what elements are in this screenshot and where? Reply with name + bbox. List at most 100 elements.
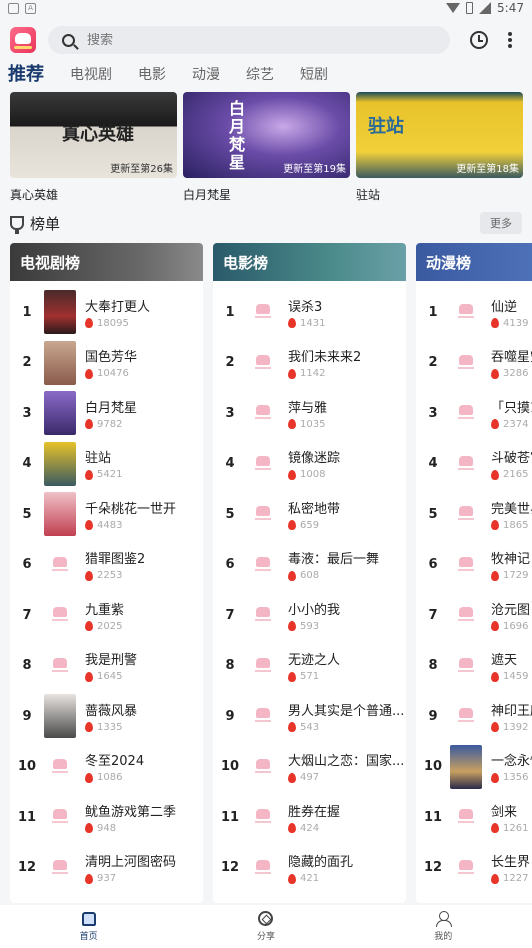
fire-icon bbox=[288, 671, 296, 682]
rank-row[interactable]: 2 国色芳华 10476 bbox=[10, 338, 203, 389]
rank-title: 沧元图 bbox=[491, 602, 531, 618]
search-bar[interactable] bbox=[48, 26, 450, 54]
nav-label: 首页 bbox=[79, 931, 98, 942]
rank-row[interactable]: 11 鱿鱼游戏第二季 948 bbox=[10, 792, 203, 843]
nav-profile[interactable]: 我的 bbox=[403, 911, 483, 942]
history-icon[interactable] bbox=[470, 31, 488, 49]
rank-thumbnail bbox=[44, 845, 76, 890]
update-badge: 更新至第19集 bbox=[283, 164, 346, 175]
rank-row[interactable]: 12 隐藏的面孔 421 bbox=[213, 843, 406, 894]
rank-row[interactable]: 10 大烟山之恋：国家... 497 bbox=[213, 742, 406, 793]
featured-card[interactable]: 驻站 更新至第18集 驻站 bbox=[356, 92, 523, 202]
rank-row[interactable]: 10 冬至2024 1086 bbox=[10, 742, 203, 793]
rank-info: 胜券在握 424 bbox=[288, 801, 340, 834]
rank-title: 国色芳华 bbox=[85, 350, 138, 366]
rank-number: 8 bbox=[22, 658, 32, 674]
rank-row[interactable]: 8 无迹之人 571 bbox=[213, 641, 406, 692]
rank-title: 遮天 bbox=[491, 653, 518, 669]
fire-icon bbox=[288, 368, 296, 379]
heat-value: 497 bbox=[300, 772, 320, 784]
rank-title: 鱿鱼游戏第二季 bbox=[85, 804, 177, 820]
rank-thumbnail bbox=[450, 492, 482, 537]
rank-title: 一念永恒 bbox=[491, 754, 532, 770]
rank-title: 斗破苍穹 bbox=[491, 451, 532, 467]
rank-row[interactable]: 1 大奉打更人 18095 bbox=[10, 287, 203, 338]
featured-title: 白月梵星 bbox=[183, 188, 232, 202]
compass-icon bbox=[258, 911, 274, 926]
heat-value: 1356 bbox=[503, 772, 529, 784]
rank-info: 私密地带 659 bbox=[288, 498, 340, 531]
rank-number: 6 bbox=[22, 557, 32, 573]
rank-thumbnail bbox=[44, 542, 76, 587]
rank-row[interactable]: 12 清明上河图密码 937 bbox=[10, 843, 203, 894]
rank-row[interactable]: 8 遮天 1459 bbox=[416, 641, 532, 692]
rank-number: 11 bbox=[424, 809, 443, 825]
heat-value: 1086 bbox=[97, 772, 123, 784]
rank-row[interactable]: 4 斗破苍穹 2165 bbox=[416, 439, 532, 490]
rank-row[interactable]: 6 牧神记 1729 bbox=[416, 540, 532, 591]
rank-row[interactable]: 8 我是刑警 1645 bbox=[10, 641, 203, 692]
tab-tv[interactable]: 电视剧 bbox=[70, 64, 112, 88]
rank-row[interactable]: 9 蔷薇风暴 1335 bbox=[10, 691, 203, 742]
rank-row[interactable]: 1 仙逆 4139 bbox=[416, 287, 532, 338]
rank-row[interactable]: 3 「只摸1分 2374 bbox=[416, 388, 532, 439]
rank-list: 1 大奉打更人 18095 2 国色芳华 10476 3 白月梵星 9782 4 驻站 5421 5 千朵… bbox=[10, 287, 203, 893]
tab-short[interactable]: 短剧 bbox=[300, 64, 328, 88]
rank-thumbnail bbox=[450, 845, 482, 890]
rank-row[interactable]: 3 白月梵星 9782 bbox=[10, 388, 203, 439]
heat-value: 937 bbox=[97, 873, 117, 885]
rank-number: 10 bbox=[18, 759, 37, 775]
rank-heat: 1459 bbox=[491, 671, 528, 682]
rank-heat: 1086 bbox=[85, 772, 144, 783]
rank-row[interactable]: 4 镜像迷踪 1008 bbox=[213, 439, 406, 490]
rank-row[interactable]: 7 九重紫 2025 bbox=[10, 590, 203, 641]
rank-row[interactable]: 2 我们未来来2 1142 bbox=[213, 338, 406, 389]
nav-home[interactable]: 首页 bbox=[49, 911, 129, 942]
rank-row[interactable]: 9 男人其实是个普通... 543 bbox=[213, 691, 406, 742]
rank-row[interactable]: 7 小小的我 593 bbox=[213, 590, 406, 641]
more-button[interactable]: 更多 bbox=[480, 212, 522, 234]
fire-icon bbox=[491, 722, 499, 733]
heat-value: 1729 bbox=[503, 570, 529, 582]
column-title[interactable]: 动漫榜 bbox=[416, 243, 532, 281]
rank-row[interactable]: 5 私密地带 659 bbox=[213, 489, 406, 540]
rank-list: 1 误杀3 1431 2 我们未来来2 1142 3 萍与雅 1035 4 镜像迷踪 1008 5 私密地… bbox=[213, 287, 406, 893]
rank-row[interactable]: 9 神印王座 1392 bbox=[416, 691, 532, 742]
heat-value: 948 bbox=[97, 822, 117, 834]
rank-row[interactable]: 7 沧元图 1696 bbox=[416, 590, 532, 641]
rank-row[interactable]: 5 千朵桃花一世开 4483 bbox=[10, 489, 203, 540]
heat-value: 1142 bbox=[300, 368, 326, 380]
rank-row[interactable]: 4 驻站 5421 bbox=[10, 439, 203, 490]
featured-card[interactable]: 真心英雄 更新至第26集 真心英雄 bbox=[10, 92, 177, 202]
rank-row[interactable]: 1 误杀3 1431 bbox=[213, 287, 406, 338]
battery-icon bbox=[466, 2, 474, 14]
rank-thumbnail bbox=[44, 441, 76, 486]
featured-poster: 驻站 更新至第18集 bbox=[356, 92, 523, 178]
column-title[interactable]: 电影榜 bbox=[213, 243, 406, 281]
rank-thumbnail bbox=[450, 744, 482, 789]
fire-icon bbox=[491, 823, 499, 834]
tab-movie[interactable]: 电影 bbox=[138, 64, 166, 88]
tab-anime[interactable]: 动漫 bbox=[192, 64, 220, 88]
rank-row[interactable]: 3 萍与雅 1035 bbox=[213, 388, 406, 439]
tab-recommend[interactable]: 推荐 bbox=[8, 60, 44, 88]
fire-icon bbox=[85, 873, 93, 884]
more-vertical-icon[interactable] bbox=[508, 32, 512, 48]
rank-row[interactable]: 10 一念永恒 1356 bbox=[416, 742, 532, 793]
column-title[interactable]: 电视剧榜 bbox=[10, 243, 203, 281]
rank-heat: 3286 bbox=[491, 368, 532, 379]
rank-row[interactable]: 12 长生界 1227 bbox=[416, 843, 532, 894]
rank-row[interactable]: 2 吞噬星空 3286 bbox=[416, 338, 532, 389]
rank-row[interactable]: 6 猎罪图鉴2 2253 bbox=[10, 540, 203, 591]
rank-heat: 1261 bbox=[491, 823, 528, 834]
rank-row[interactable]: 11 胜券在握 424 bbox=[213, 792, 406, 843]
rank-row[interactable]: 11 剑来 1261 bbox=[416, 792, 532, 843]
rank-row[interactable]: 6 毒液：最后一舞 608 bbox=[213, 540, 406, 591]
tab-variety[interactable]: 综艺 bbox=[246, 64, 274, 88]
rank-row[interactable]: 5 完美世界 1865 bbox=[416, 489, 532, 540]
nav-share[interactable]: 分享 bbox=[226, 911, 306, 942]
featured-card[interactable]: 白月梵星 更新至第19集 白月梵星 bbox=[183, 92, 350, 202]
search-input[interactable] bbox=[87, 32, 387, 48]
app-header bbox=[0, 22, 532, 58]
category-tabs: 推荐 电视剧 电影 动漫 综艺 短剧 bbox=[0, 60, 532, 88]
